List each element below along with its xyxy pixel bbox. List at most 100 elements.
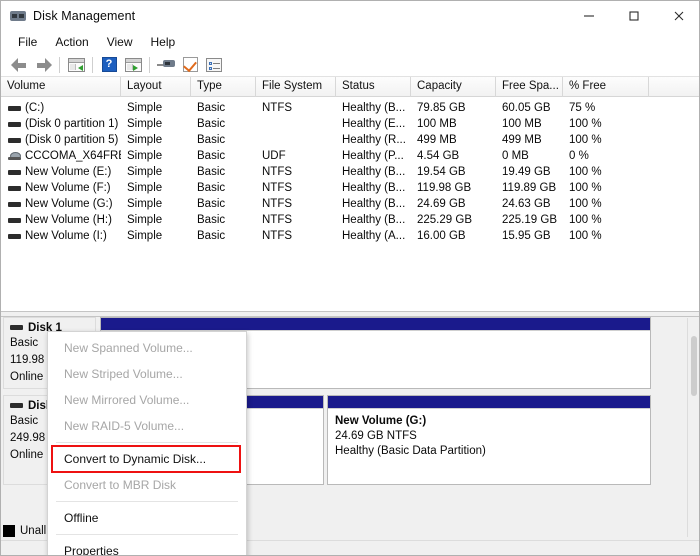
back-arrow-icon[interactable] bbox=[7, 54, 31, 76]
volume-icon bbox=[8, 104, 21, 113]
cell-capacity: 4.54 GB bbox=[411, 148, 496, 164]
cell-free-space: 119.89 GB bbox=[496, 180, 563, 196]
column-header-layout[interactable]: Layout bbox=[121, 77, 191, 97]
cell-percent-free: 75 % bbox=[563, 100, 649, 116]
volume-name: New Volume (I:) bbox=[25, 228, 107, 244]
cell-layout: Simple bbox=[121, 116, 191, 132]
cell-file-system: UDF bbox=[256, 148, 336, 164]
rescan-disks-icon[interactable] bbox=[154, 54, 178, 76]
menu-bar: File Action View Help bbox=[1, 31, 700, 53]
cdrom-icon bbox=[8, 152, 21, 161]
volume-row[interactable]: (Disk 0 partition 5)SimpleBasicHealthy (… bbox=[1, 132, 700, 148]
volume-name: New Volume (G:) bbox=[25, 196, 113, 212]
cell-free-space: 100 MB bbox=[496, 116, 563, 132]
scrollbar-thumb[interactable] bbox=[691, 336, 697, 396]
disk-icon bbox=[10, 402, 23, 410]
volume-row[interactable]: (C:)SimpleBasicNTFSHealthy (B...79.85 GB… bbox=[1, 100, 700, 116]
menu-item-convert-to-dynamic-disk[interactable]: Convert to Dynamic Disk... bbox=[52, 446, 240, 472]
cell-capacity: 100 MB bbox=[411, 116, 496, 132]
column-header-volume[interactable]: Volume bbox=[1, 77, 121, 97]
volume-name: (Disk 0 partition 1) bbox=[25, 116, 118, 132]
partition-capacity-bar bbox=[328, 396, 650, 409]
toolbar: ? bbox=[1, 53, 700, 77]
menu-action[interactable]: Action bbox=[46, 33, 97, 51]
menu-help[interactable]: Help bbox=[142, 33, 185, 51]
cell-type: Basic bbox=[191, 228, 256, 244]
cell-file-system bbox=[256, 132, 336, 148]
menu-item-offline[interactable]: Offline bbox=[48, 505, 246, 531]
disk-management-window: Disk Management File Action View Help bbox=[0, 0, 700, 556]
cell-percent-free: 100 % bbox=[563, 196, 649, 212]
column-header-type[interactable]: Type bbox=[191, 77, 256, 97]
cell-status: Healthy (B... bbox=[336, 196, 411, 212]
minimize-button[interactable] bbox=[566, 1, 611, 31]
column-header-blank[interactable] bbox=[649, 77, 700, 97]
list-view-icon[interactable] bbox=[202, 54, 226, 76]
cell-capacity: 499 MB bbox=[411, 132, 496, 148]
cell-file-system: NTFS bbox=[256, 100, 336, 116]
cell-status: Healthy (P... bbox=[336, 148, 411, 164]
column-header--free[interactable]: % Free bbox=[563, 77, 649, 97]
menu-file[interactable]: File bbox=[9, 33, 46, 51]
cell-free-space: 24.63 GB bbox=[496, 196, 563, 212]
volume-row[interactable]: CCCOMA_X64FRE...SimpleBasicUDFHealthy (P… bbox=[1, 148, 700, 164]
cell-status: Healthy (B... bbox=[336, 100, 411, 116]
maximize-button[interactable] bbox=[611, 1, 656, 31]
close-button[interactable] bbox=[656, 1, 700, 31]
column-header-file-system[interactable]: File System bbox=[256, 77, 336, 97]
show-hide-console-tree-icon[interactable] bbox=[64, 54, 88, 76]
disk-legend: Unall bbox=[3, 521, 46, 541]
menu-separator bbox=[56, 442, 238, 443]
volume-icon bbox=[8, 168, 21, 177]
cell-capacity: 19.54 GB bbox=[411, 164, 496, 180]
volume-name: New Volume (H:) bbox=[25, 212, 112, 228]
cell-file-system: NTFS bbox=[256, 228, 336, 244]
volume-name: New Volume (E:) bbox=[25, 164, 111, 180]
cell-file-system: NTFS bbox=[256, 212, 336, 228]
cell-status: Healthy (B... bbox=[336, 212, 411, 228]
volume-name: (Disk 0 partition 5) bbox=[25, 132, 118, 148]
menu-separator bbox=[56, 534, 238, 535]
cell-type: Basic bbox=[191, 148, 256, 164]
cell-capacity: 16.00 GB bbox=[411, 228, 496, 244]
help-icon[interactable]: ? bbox=[97, 54, 121, 76]
menu-view[interactable]: View bbox=[98, 33, 142, 51]
cell-layout: Simple bbox=[121, 100, 191, 116]
menu-item-new-spanned-volume: New Spanned Volume... bbox=[48, 335, 246, 361]
cell-status: Healthy (R... bbox=[336, 132, 411, 148]
volume-row[interactable]: New Volume (G:)SimpleBasicNTFSHealthy (B… bbox=[1, 196, 700, 212]
menu-item-convert-to-mbr-disk: Convert to MBR Disk bbox=[48, 472, 246, 498]
disk-pane-scrollbar[interactable] bbox=[687, 318, 700, 537]
column-header-capacity[interactable]: Capacity bbox=[411, 77, 496, 97]
menu-item-properties[interactable]: Properties bbox=[48, 538, 246, 556]
column-header-free-spa[interactable]: Free Spa... bbox=[496, 77, 563, 97]
disk-2-partition-2[interactable]: New Volume (G:) 24.69 GB NTFS Healthy (B… bbox=[327, 395, 651, 485]
volume-row[interactable]: (Disk 0 partition 1)SimpleBasicHealthy (… bbox=[1, 116, 700, 132]
volume-list: VolumeLayoutTypeFile SystemStatusCapacit… bbox=[1, 77, 700, 311]
volume-icon bbox=[8, 200, 21, 209]
volume-name: New Volume (F:) bbox=[25, 180, 111, 196]
disk-management-icon bbox=[10, 8, 26, 24]
cell-percent-free: 0 % bbox=[563, 148, 649, 164]
cell-free-space: 19.49 GB bbox=[496, 164, 563, 180]
show-action-pane-icon[interactable] bbox=[121, 54, 145, 76]
volume-row[interactable]: New Volume (H:)SimpleBasicNTFSHealthy (B… bbox=[1, 212, 700, 228]
volume-icon bbox=[8, 120, 21, 129]
cell-percent-free: 100 % bbox=[563, 116, 649, 132]
cell-status: Healthy (B... bbox=[336, 164, 411, 180]
volume-row[interactable]: New Volume (E:)SimpleBasicNTFSHealthy (B… bbox=[1, 164, 700, 180]
toolbar-separator bbox=[92, 57, 93, 73]
cell-free-space: 15.95 GB bbox=[496, 228, 563, 244]
properties-check-icon[interactable] bbox=[178, 54, 202, 76]
partition-size-fs: 24.69 GB NTFS bbox=[335, 429, 643, 444]
column-header-status[interactable]: Status bbox=[336, 77, 411, 97]
forward-arrow-icon[interactable] bbox=[31, 54, 55, 76]
cell-file-system: NTFS bbox=[256, 196, 336, 212]
toolbar-separator bbox=[59, 57, 60, 73]
volume-row[interactable]: New Volume (I:)SimpleBasicNTFSHealthy (A… bbox=[1, 228, 700, 244]
title-bar: Disk Management bbox=[1, 1, 700, 31]
volume-icon bbox=[8, 216, 21, 225]
volume-icon bbox=[8, 232, 21, 241]
volume-row[interactable]: New Volume (F:)SimpleBasicNTFSHealthy (B… bbox=[1, 180, 700, 196]
unallocated-swatch bbox=[3, 525, 15, 537]
